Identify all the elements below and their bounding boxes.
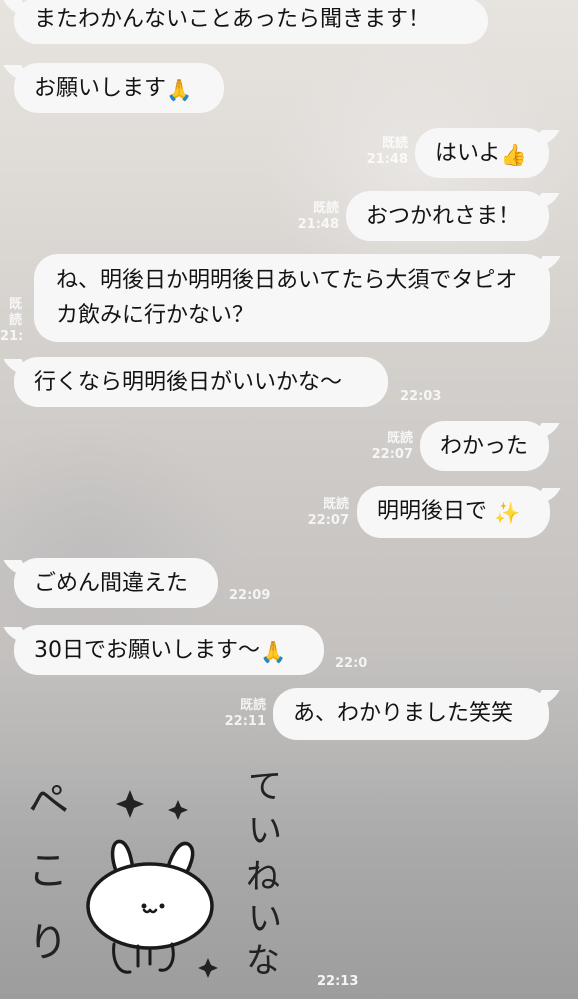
- message-timestamp: 21:48: [366, 152, 408, 167]
- rabbit-character: [86, 839, 214, 974]
- message-text: 明明後日で: [377, 499, 488, 524]
- read-receipt: 既読: [386, 431, 413, 446]
- thumbs-up-emoji-icon: 👍: [500, 143, 527, 167]
- sticker-text-pekori: ぺ こ り: [24, 776, 71, 966]
- message-text: 30日でお願いします〜: [34, 638, 260, 663]
- message-bubble-incoming[interactable]: お願いします🙏: [14, 63, 224, 113]
- message-bubble-incoming[interactable]: 30日でお願いします〜🙏: [14, 625, 324, 675]
- sticker-timestamp: 22:13: [317, 974, 359, 989]
- sticker-text-right-char: な: [246, 941, 280, 981]
- message-text: 行くなら明明後日がいいかな〜: [34, 370, 343, 395]
- sticker-text-right-char: ね: [246, 857, 280, 897]
- message-text: ね、明後日か明明後日あいてたら大須でタピオカ飲みに行かない？: [56, 268, 518, 328]
- message-bubble-outgoing[interactable]: わかった: [420, 421, 549, 471]
- message-timestamp: 21:48: [297, 217, 339, 232]
- message-text: はいよ: [435, 141, 501, 166]
- message-bubble-incoming[interactable]: ごめん間違えた: [14, 558, 218, 608]
- message-meta: 既読 21:51: [0, 297, 22, 345]
- message-bubble-outgoing[interactable]: ね、明後日か明明後日あいてたら大須でタピオカ飲みに行かない？: [34, 254, 550, 342]
- message-timestamp: 22:07: [371, 447, 413, 462]
- message-bubble-outgoing[interactable]: はいよ👍: [415, 128, 549, 178]
- sticker-text-teineina: て い ね い な: [246, 767, 282, 981]
- message-timestamp: 22:03: [400, 389, 442, 404]
- sticker-text-right-char: い: [248, 811, 282, 851]
- pray-emoji-icon: 🙏: [260, 640, 287, 664]
- sticker-text-right-char: い: [248, 899, 282, 939]
- sticker-text-left-char: ぺ: [24, 776, 71, 828]
- message-timestamp: 21:51: [0, 329, 22, 344]
- read-receipt: 既読: [239, 698, 266, 713]
- message-text: わかった: [440, 434, 529, 459]
- message-bubble-outgoing[interactable]: あ、わかりました笑笑: [273, 688, 549, 740]
- read-receipt: 既読: [322, 497, 349, 512]
- sparkle-icon: [116, 790, 144, 818]
- message-timestamp: 22:09: [229, 588, 271, 603]
- message-bubble-incoming[interactable]: またわかんないことあったら聞きます！: [14, 0, 488, 44]
- sticker-text-right-char: て: [248, 767, 282, 807]
- read-receipt: 既読: [312, 201, 339, 216]
- message-text: ごめん間違えた: [34, 571, 189, 596]
- sparkles-emoji-icon: ✨: [494, 501, 521, 525]
- read-receipt: 既読: [8, 297, 22, 328]
- message-text: またわかんないことあったら聞きます！: [34, 7, 431, 32]
- sparkle-icon: [168, 800, 188, 820]
- message-meta: 既読 21:48: [283, 201, 339, 233]
- message-bubble-outgoing[interactable]: 明明後日で ✨: [357, 486, 550, 538]
- message-bubble-outgoing[interactable]: おつかれさま！: [346, 191, 549, 241]
- message-text: おつかれさま！: [366, 204, 521, 229]
- message-bubble-incoming[interactable]: 行くなら明明後日がいいかな〜: [14, 357, 388, 407]
- sticker-rabbit-bowing[interactable]: ぺ こ り て い ね い な: [20, 760, 320, 990]
- message-timestamp: 22:07: [307, 513, 349, 528]
- message-meta: 既読 22:07: [357, 431, 413, 463]
- sparkle-icon: [198, 958, 218, 978]
- message-timestamp: 22:11: [224, 714, 266, 729]
- message-text: あ、わかりました笑笑: [293, 701, 514, 726]
- message-timestamp: 22:09: [335, 656, 367, 671]
- message-text: お願いします: [34, 76, 167, 101]
- message-meta: 既読 22:11: [210, 698, 266, 730]
- read-receipt: 既読: [381, 136, 408, 151]
- sticker-text-left-char: こ: [28, 848, 68, 894]
- message-meta: 既読 22:07: [293, 497, 349, 529]
- pray-emoji-icon: 🙏: [166, 78, 193, 102]
- sticker-text-left-char: り: [28, 920, 68, 966]
- message-meta: 既読 21:48: [352, 136, 408, 168]
- chat-screen: またわかんないことあったら聞きます！ お願いします🙏 既読 21:48 はいよ👍…: [0, 0, 578, 999]
